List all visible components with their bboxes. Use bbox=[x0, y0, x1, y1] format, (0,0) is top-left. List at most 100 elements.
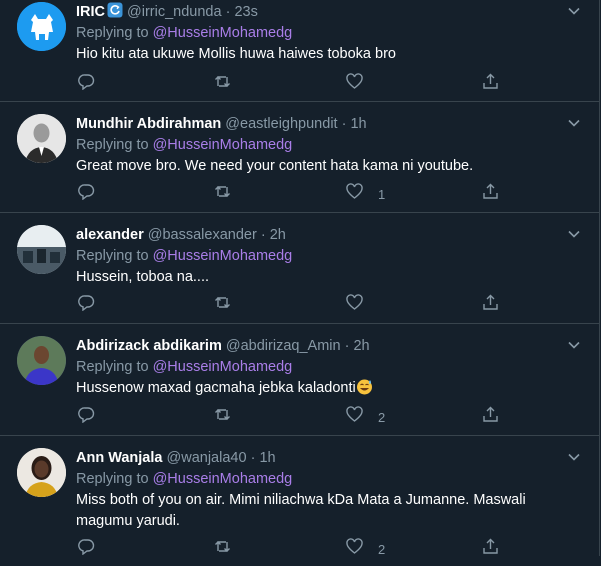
avatar[interactable] bbox=[17, 336, 66, 385]
replying-to: Replying to @HusseinMohamedg bbox=[76, 137, 293, 153]
display-name[interactable]: Abdirizack abdikarim bbox=[76, 338, 222, 354]
user-handle[interactable]: @wanjala40 bbox=[167, 450, 247, 466]
chevron-down-icon[interactable] bbox=[567, 227, 581, 241]
display-name[interactable]: Mundhir Abdirahman bbox=[76, 116, 221, 132]
mention-link[interactable]: @HusseinMohamedg bbox=[153, 25, 293, 41]
like-count: 2 bbox=[378, 541, 386, 557]
replying-to: Replying to @HusseinMohamedg bbox=[76, 471, 293, 487]
retweet-button[interactable] bbox=[214, 407, 231, 427]
share-icon bbox=[482, 294, 499, 316]
retweet-icon bbox=[214, 294, 231, 316]
heart-icon bbox=[346, 294, 363, 316]
reply-button[interactable] bbox=[78, 74, 110, 94]
mention-link[interactable]: @HusseinMohamedg bbox=[153, 137, 293, 153]
user-handle[interactable]: @eastleighpundit bbox=[225, 116, 337, 132]
avatar[interactable] bbox=[17, 2, 66, 51]
heart-icon bbox=[346, 538, 363, 560]
retweet-button[interactable] bbox=[214, 295, 231, 315]
avatar[interactable] bbox=[17, 114, 66, 163]
like-button[interactable]: 1 bbox=[346, 183, 386, 205]
avatar[interactable] bbox=[17, 448, 66, 497]
avatar[interactable] bbox=[17, 225, 66, 274]
share-button[interactable] bbox=[482, 73, 499, 95]
tweet-text: Hussein, toboa na.... bbox=[76, 269, 209, 285]
separator: · bbox=[250, 450, 256, 466]
timestamp[interactable]: 1h bbox=[350, 116, 366, 132]
reply-icon bbox=[78, 73, 95, 95]
share-button[interactable] bbox=[482, 294, 499, 316]
tweet-text: Hio kitu ata ukuwe Mollis huwa haiwes to… bbox=[76, 46, 396, 62]
like-count: 1 bbox=[378, 186, 386, 202]
user-handle[interactable]: @abdirizaq_Amin bbox=[226, 338, 341, 354]
display-name[interactable]: alexander bbox=[76, 227, 144, 243]
like-button[interactable] bbox=[346, 294, 378, 316]
user-handle[interactable]: @irric_ndunda bbox=[127, 4, 222, 20]
reply-button[interactable] bbox=[78, 295, 110, 315]
heart-icon bbox=[346, 183, 363, 205]
like-button[interactable]: 2 bbox=[346, 406, 386, 428]
reply-button[interactable] bbox=[78, 539, 110, 559]
share-button[interactable] bbox=[482, 406, 499, 428]
separator: · bbox=[344, 338, 350, 354]
mention-link[interactable]: @HusseinMohamedg bbox=[153, 471, 293, 487]
share-icon bbox=[482, 183, 499, 205]
retweet-icon bbox=[214, 183, 231, 205]
heart-icon bbox=[346, 73, 363, 95]
replying-to: Replying to @HusseinMohamedg bbox=[76, 359, 293, 375]
share-icon bbox=[482, 73, 499, 95]
sweat-smile-emoji bbox=[356, 378, 373, 395]
display-name[interactable]: IRIC bbox=[76, 4, 105, 20]
reply-button[interactable] bbox=[78, 184, 110, 204]
like-button[interactable] bbox=[346, 73, 378, 95]
reply-icon bbox=[78, 183, 95, 205]
tweet-header: Mundhir Abdirahman @eastleighpundit · 1h bbox=[76, 114, 559, 134]
chevron-down-icon[interactable] bbox=[567, 338, 581, 352]
reply-thread: IRIC @irric_ndunda · 23s Replying to @Hu… bbox=[0, 0, 600, 557]
timestamp[interactable]: 23s bbox=[234, 4, 257, 20]
retweet-button[interactable] bbox=[214, 539, 231, 559]
replying-to: Replying to @HusseinMohamedg bbox=[76, 25, 293, 41]
heart-icon bbox=[346, 406, 363, 428]
reply-icon bbox=[78, 406, 95, 428]
reply-icon bbox=[78, 538, 95, 560]
tweet-text: Hussenow maxad gacmaha jebka kaladonti bbox=[76, 380, 356, 396]
timestamp[interactable]: 2h bbox=[353, 338, 369, 354]
tweet[interactable]: alexander @bassalexander · 2h Replying t… bbox=[0, 213, 599, 324]
chevron-down-icon[interactable] bbox=[567, 450, 581, 464]
share-button[interactable] bbox=[482, 538, 499, 560]
display-name[interactable]: Ann Wanjala bbox=[76, 450, 162, 466]
tweet-header: alexander @bassalexander · 2h bbox=[76, 225, 559, 245]
like-button[interactable]: 2 bbox=[346, 538, 386, 560]
separator: · bbox=[225, 4, 231, 20]
like-count: 2 bbox=[378, 409, 386, 425]
separator: · bbox=[341, 116, 347, 132]
retweet-icon bbox=[214, 73, 231, 95]
share-button[interactable] bbox=[482, 183, 499, 205]
retweet-icon bbox=[214, 406, 231, 428]
timestamp[interactable]: 1h bbox=[259, 450, 275, 466]
chevron-down-icon[interactable] bbox=[567, 116, 581, 130]
tweet-text: Miss both of you on air. Mimi niliachwa … bbox=[76, 492, 526, 529]
tweet[interactable]: Ann Wanjala @wanjala40 · 1h Replying to … bbox=[0, 436, 599, 566]
user-handle[interactable]: @bassalexander bbox=[148, 227, 257, 243]
retweet-button[interactable] bbox=[214, 74, 231, 94]
mention-link[interactable]: @HusseinMohamedg bbox=[153, 359, 293, 375]
separator: · bbox=[260, 227, 266, 243]
chevron-down-icon[interactable] bbox=[567, 4, 581, 18]
mention-link[interactable]: @HusseinMohamedg bbox=[153, 248, 293, 264]
retweet-icon bbox=[214, 538, 231, 560]
reply-button[interactable] bbox=[78, 407, 110, 427]
share-icon bbox=[482, 538, 499, 560]
tweet-header: Ann Wanjala @wanjala40 · 1h bbox=[76, 448, 559, 468]
timestamp[interactable]: 2h bbox=[270, 227, 286, 243]
tweet-header: IRIC @irric_ndunda · 23s bbox=[76, 2, 559, 22]
tweet-text-line: Hussenow maxad gacmaha jebka kaladonti bbox=[76, 378, 559, 399]
tweet[interactable]: Abdirizack abdikarim @abdirizaq_Amin · 2… bbox=[0, 324, 599, 436]
replying-to: Replying to @HusseinMohamedg bbox=[76, 248, 293, 264]
tweet-header: Abdirizack abdikarim @abdirizaq_Amin · 2… bbox=[76, 336, 559, 356]
tweet[interactable]: IRIC @irric_ndunda · 23s Replying to @Hu… bbox=[0, 0, 599, 102]
tweet-text: Great move bro. We need your content hat… bbox=[76, 158, 474, 174]
share-icon bbox=[482, 406, 499, 428]
retweet-button[interactable] bbox=[214, 184, 231, 204]
tweet[interactable]: Mundhir Abdirahman @eastleighpundit · 1h… bbox=[0, 102, 599, 213]
